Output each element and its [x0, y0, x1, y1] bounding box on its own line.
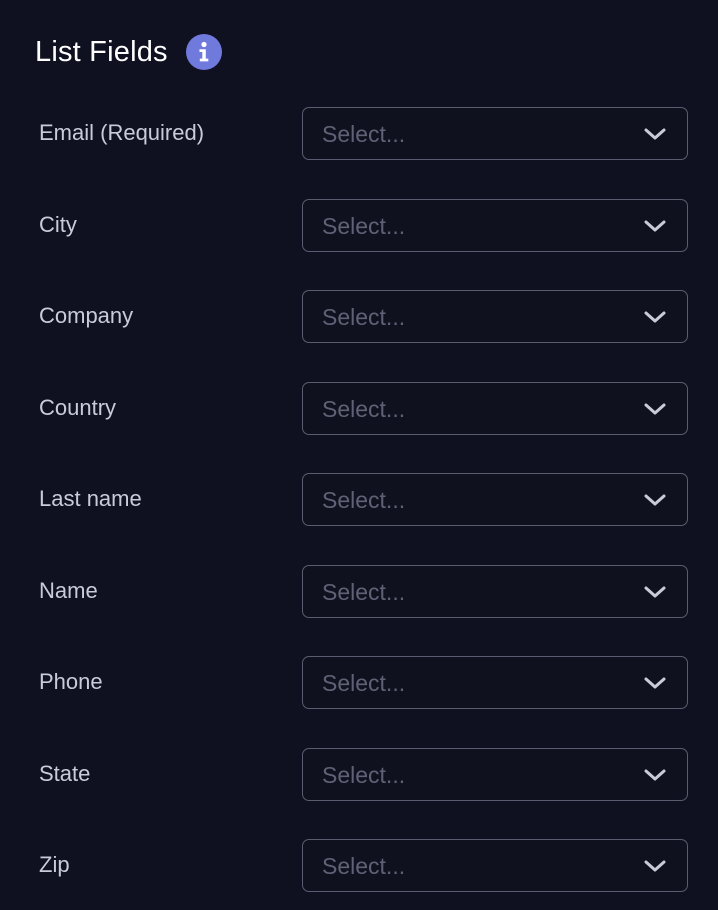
- list-fields-panel: List Fields Email (Required) Select... C…: [0, 0, 718, 910]
- info-glyph: [199, 41, 209, 62]
- select-placeholder: Select...: [322, 670, 406, 696]
- city-select[interactable]: Select...: [302, 198, 688, 252]
- state-select[interactable]: Select...: [302, 747, 688, 801]
- name-select[interactable]: Select...: [302, 564, 688, 618]
- email-select[interactable]: Select...: [302, 107, 688, 160]
- field-mapping-list: Email (Required) Select... City Select..…: [0, 107, 718, 910]
- select-placeholder: Select...: [322, 395, 406, 422]
- panel-title: List Fields: [35, 36, 168, 68]
- phone-select[interactable]: Select...: [302, 656, 688, 709]
- chevron-down-icon: [644, 677, 666, 689]
- select-placeholder: Select...: [322, 578, 406, 605]
- field-row-name: Name Select...: [0, 564, 718, 620]
- field-label: Last name: [39, 486, 142, 511]
- field-label: Name: [39, 577, 98, 603]
- select-placeholder: Select...: [322, 304, 406, 330]
- company-select[interactable]: Select...: [302, 290, 688, 343]
- chevron-down-icon: [644, 494, 666, 506]
- field-label: Company: [39, 303, 134, 328]
- select-placeholder: Select...: [322, 853, 406, 879]
- field-row-city: City Select...: [0, 198, 718, 254]
- chevron-down-icon: [644, 220, 666, 231]
- select-placeholder: Select...: [322, 212, 406, 239]
- panel-header: List Fields: [35, 32, 222, 72]
- info-icon[interactable]: [185, 34, 222, 70]
- zip-select[interactable]: Select...: [302, 839, 688, 892]
- field-row-last-name: Last name Select...: [0, 473, 718, 528]
- chevron-down-icon: [644, 311, 666, 323]
- last-name-select[interactable]: Select...: [302, 473, 688, 526]
- field-row-phone: Phone Select...: [0, 656, 718, 711]
- field-label: Phone: [39, 669, 103, 694]
- field-label: Zip: [39, 852, 70, 877]
- field-row-state: State Select...: [0, 747, 718, 803]
- field-label: State: [39, 760, 91, 786]
- country-select[interactable]: Select...: [302, 381, 688, 435]
- select-placeholder: Select...: [322, 121, 406, 147]
- chevron-down-icon: [644, 769, 666, 780]
- select-placeholder: Select...: [322, 487, 406, 513]
- field-label: Country: [39, 394, 117, 420]
- chevron-down-icon: [644, 586, 666, 597]
- chevron-down-icon: [644, 128, 666, 140]
- field-row-company: Company Select...: [0, 290, 718, 345]
- field-label: City: [39, 211, 77, 237]
- chevron-down-icon: [644, 860, 666, 872]
- field-label: Email (Required): [39, 120, 205, 145]
- field-row-email: Email (Required) Select...: [0, 107, 718, 162]
- select-placeholder: Select...: [322, 761, 406, 788]
- field-row-country: Country Select...: [0, 381, 718, 437]
- chevron-down-icon: [644, 403, 666, 414]
- field-row-zip: Zip Select...: [0, 839, 718, 894]
